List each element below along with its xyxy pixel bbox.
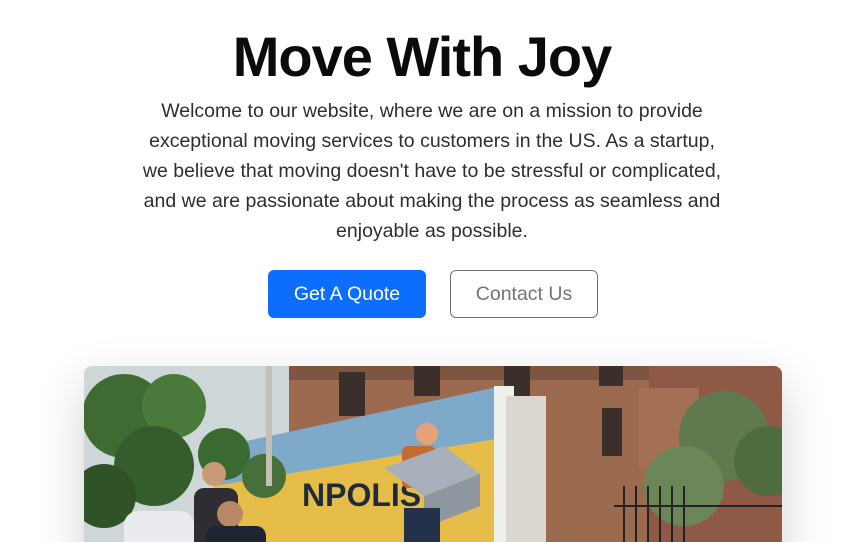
hero-lead-text: Welcome to our website, where we are on … bbox=[142, 100, 722, 242]
hero-section: Move With Joy Welcome to our website, wh… bbox=[0, 0, 844, 542]
hero-title: Move With Joy bbox=[232, 25, 613, 88]
contact-us-button[interactable]: Contact Us bbox=[450, 270, 598, 318]
get-quote-button[interactable]: Get A Quote bbox=[268, 270, 426, 318]
hero-photo: NPOLIS bbox=[84, 366, 782, 542]
